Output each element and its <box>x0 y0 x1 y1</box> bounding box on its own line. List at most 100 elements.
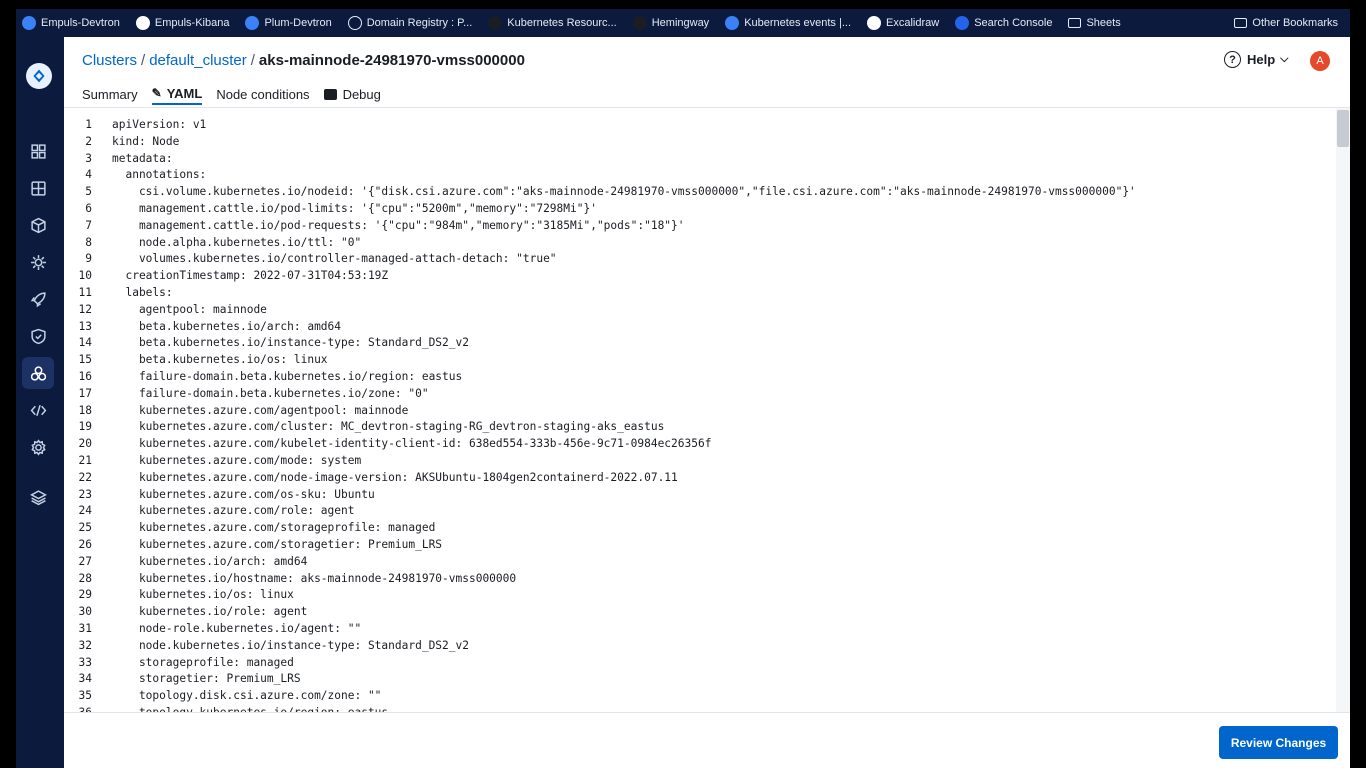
code-text: failure-domain.beta.kubernetes.io/zone: … <box>112 386 429 400</box>
global-config-icon[interactable] <box>22 246 54 278</box>
code-icon[interactable] <box>22 394 54 426</box>
line-number: 14 <box>78 336 92 350</box>
tab-node-conditions[interactable]: Node conditions <box>216 83 309 105</box>
deploy-icon[interactable] <box>22 283 54 315</box>
devtron-icon <box>245 16 260 30</box>
page-title: aks-mainnode-24981970-vmss000000 <box>258 52 525 69</box>
bookmark-label: Hemingway <box>651 17 710 29</box>
code-line: 14 beta.kubernetes.io/instance-type: Sta… <box>64 335 1330 352</box>
line-number: 28 <box>78 571 92 585</box>
code-text: node.kubernetes.io/instance-type: Standa… <box>112 638 469 652</box>
tab-summary[interactable]: Summary <box>82 83 138 105</box>
code-text: kubernetes.azure.com/node-image-version:… <box>112 470 678 484</box>
line-number: 17 <box>78 386 92 400</box>
sidebar <box>16 37 64 768</box>
bookmark-item[interactable]: Excalidraw <box>867 16 939 30</box>
folder-icon <box>1234 18 1248 28</box>
code-line: 24 kubernetes.azure.com/role: agent <box>64 503 1330 520</box>
search-console-icon <box>955 16 970 30</box>
yaml-editor[interactable]: 1 apiVersion: v1 2 kind: Node 3 metadata: 4 an… <box>64 108 1350 712</box>
line-number: 33 <box>78 655 92 669</box>
scrollbar-thumb[interactable] <box>1337 110 1349 147</box>
code-text: storagetier: Premium_LRS <box>112 672 301 686</box>
code-line: 11 labels: <box>64 285 1330 302</box>
line-number: 13 <box>78 319 92 333</box>
settings-icon[interactable] <box>22 431 54 463</box>
tab-yaml[interactable]: ✎ YAML <box>151 83 203 105</box>
code-line: 26 kubernetes.azure.com/storagetier: Pre… <box>64 537 1330 554</box>
bookmark-item[interactable]: Kubernetes Resourc... <box>488 16 617 30</box>
code-text: kubernetes.io/hostname: aks-mainnode-249… <box>112 571 517 585</box>
code-line: 32 node.kubernetes.io/instance-type: Sta… <box>64 638 1330 655</box>
code-text: management.cattle.io/pod-limits: '{"cpu"… <box>112 201 597 215</box>
bookmark-item[interactable]: Empuls-Kibana <box>135 16 230 30</box>
app-groups-icon[interactable] <box>22 172 54 204</box>
bookmark-label: Sheets <box>1086 17 1121 29</box>
breadcrumb-cluster-link[interactable]: default_cluster <box>149 52 247 69</box>
code-line: 20 kubernetes.azure.com/kubelet-identity… <box>64 436 1330 453</box>
line-number: 32 <box>78 638 92 652</box>
code-text: failure-domain.beta.kubernetes.io/region… <box>112 369 463 383</box>
pencil-icon: ✎ <box>151 86 162 100</box>
code-line: 36 topology.kubernetes.io/region: eastus <box>64 705 1330 712</box>
apps-icon[interactable] <box>22 135 54 167</box>
code-line: 21 kubernetes.azure.com/mode: system <box>64 453 1330 470</box>
help-label: Help <box>1247 52 1276 67</box>
resource-browser-icon[interactable] <box>22 209 54 241</box>
code-line: 3 metadata: <box>64 151 1330 168</box>
code-text: kubernetes.azure.com/storageprofile: man… <box>112 521 436 535</box>
code-line: 16 failure-domain.beta.kubernetes.io/reg… <box>64 369 1330 386</box>
empuls-icon <box>22 16 36 30</box>
code-text: node-role.kubernetes.io/agent: "" <box>112 621 362 635</box>
bookmark-label: Empuls-Kibana <box>154 17 230 29</box>
line-number: 27 <box>78 554 92 568</box>
globe-icon <box>347 16 362 30</box>
bookmark-label: Search Console <box>974 17 1053 29</box>
bookmark-item[interactable]: Plum-Devtron <box>245 16 332 30</box>
code-line: 22 kubernetes.azure.com/node-image-versi… <box>64 470 1330 487</box>
bookmark-item[interactable]: Search Console <box>955 16 1052 30</box>
tab-debug-label: Debug <box>342 86 381 102</box>
breadcrumb-clusters-link[interactable]: Clusters <box>82 52 137 69</box>
code-line: 25 kubernetes.azure.com/storageprofile: … <box>64 520 1330 537</box>
line-number: 11 <box>78 285 92 299</box>
code-text: node.alpha.kubernetes.io/ttl: "0" <box>112 235 362 249</box>
line-number: 3 <box>85 151 92 165</box>
tab-debug[interactable]: Debug <box>323 83 381 105</box>
bookmark-label: Kubernetes events |... <box>744 17 851 29</box>
code-line: 17 failure-domain.beta.kubernetes.io/zon… <box>64 386 1330 403</box>
line-number: 16 <box>78 369 92 383</box>
security-icon[interactable] <box>22 320 54 352</box>
code-text: kubernetes.azure.com/storagetier: Premiu… <box>112 537 443 551</box>
line-number: 30 <box>78 605 92 619</box>
cluster-icon[interactable] <box>22 357 54 389</box>
other-bookmarks[interactable]: Other Bookmarks <box>1234 17 1338 29</box>
bookmark-item[interactable]: Sheets <box>1068 17 1121 29</box>
line-number: 12 <box>78 302 92 316</box>
devtron-logo-icon[interactable] <box>26 63 52 89</box>
help-menu-button[interactable]: ? Help ⌵ <box>1224 51 1289 68</box>
stack-icon[interactable] <box>22 481 54 513</box>
code-text: topology.disk.csi.azure.com/zone: "" <box>112 689 382 703</box>
bookmark-item[interactable]: Kubernetes events |... <box>725 16 851 30</box>
review-changes-button[interactable]: Review Changes <box>1219 726 1338 759</box>
code-text: labels: <box>112 285 173 299</box>
line-number: 6 <box>85 201 92 215</box>
code-line: 4 annotations: <box>64 167 1330 184</box>
breadcrumb-separator: / <box>141 52 146 69</box>
bookmark-item[interactable]: Empuls-Devtron <box>22 16 120 30</box>
bookmark-label: Empuls-Devtron <box>41 17 120 29</box>
bookmark-label: Kubernetes Resourc... <box>507 17 617 29</box>
events-icon <box>725 16 740 30</box>
code-line: 1 apiVersion: v1 <box>64 117 1330 134</box>
terminal-icon <box>323 88 337 100</box>
avatar[interactable]: A <box>1310 51 1330 71</box>
bookmark-item[interactable]: Domain Registry : P... <box>347 16 472 30</box>
bookmarks-bar: Empuls-Devtron Empuls-Kibana Plum-Devtron D… <box>16 9 1350 37</box>
line-number: 18 <box>78 403 92 417</box>
code-line: 23 kubernetes.azure.com/os-sku: Ubuntu <box>64 487 1330 504</box>
code-text: beta.kubernetes.io/instance-type: Standa… <box>112 336 469 350</box>
breadcrumb-separator: / <box>250 52 255 69</box>
bookmark-item[interactable]: Hemingway <box>632 16 710 30</box>
editor-scrollbar[interactable] <box>1336 108 1350 712</box>
